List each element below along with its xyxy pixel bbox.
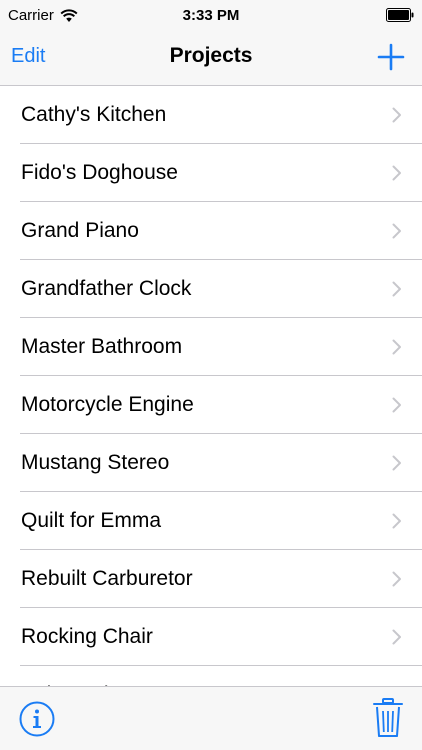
trash-icon[interactable]: [373, 698, 403, 738]
navigation-bar: Edit Projects: [0, 30, 422, 86]
chevron-right-icon: [392, 455, 401, 471]
status-bar: Carrier 3:33 PM: [0, 0, 422, 30]
page-title: Projects: [169, 44, 253, 67]
list-item[interactable]: Grandfather Clock: [0, 260, 422, 318]
list-item[interactable]: Fido's Doghouse: [0, 144, 422, 202]
chevron-right-icon: [392, 513, 401, 529]
list-item[interactable]: Master Bathroom: [0, 318, 422, 376]
list-item[interactable]: Mustang Stereo: [0, 434, 422, 492]
chevron-right-icon: [392, 281, 401, 297]
list-item[interactable]: Quilt for Emma: [0, 492, 422, 550]
bottom-toolbar: [0, 686, 422, 750]
list-item-label: Motorcycle Engine: [21, 393, 194, 416]
list-item-label: Rebuilt Carburetor: [21, 567, 193, 590]
project-list: Cathy's Kitchen Fido's Doghouse Grand Pian…: [0, 86, 422, 686]
list-item[interactable]: Rocking Chair: [0, 608, 422, 666]
list-item[interactable]: Salvaged Computer: [0, 666, 422, 686]
status-time: 3:33 PM: [182, 7, 240, 24]
chevron-right-icon: [392, 107, 401, 123]
info-icon[interactable]: [19, 701, 55, 737]
list-item-label: Quilt for Emma: [21, 509, 162, 532]
list-item-label: Mustang Stereo: [21, 451, 170, 474]
list-item[interactable]: Grand Piano: [0, 202, 422, 260]
chevron-right-icon: [392, 339, 401, 355]
list-item-label: Grandfather Clock: [21, 277, 192, 300]
chevron-right-icon: [392, 629, 401, 645]
list-item-label: Cathy's Kitchen: [21, 103, 167, 126]
chevron-right-icon: [392, 397, 401, 413]
chevron-right-icon: [392, 223, 401, 239]
battery-icon: [386, 8, 414, 22]
chevron-right-icon: [392, 165, 401, 181]
plus-icon[interactable]: [374, 40, 408, 74]
list-item[interactable]: Rebuilt Carburetor: [0, 550, 422, 608]
list-item-label: Rocking Chair: [21, 625, 153, 648]
chevron-right-icon: [392, 571, 401, 587]
list-item-label: Master Bathroom: [21, 335, 183, 358]
list-item[interactable]: Motorcycle Engine: [0, 376, 422, 434]
list-item[interactable]: Cathy's Kitchen: [0, 86, 422, 144]
list-item-label: Fido's Doghouse: [21, 161, 178, 184]
list-item-label: Grand Piano: [21, 219, 139, 242]
